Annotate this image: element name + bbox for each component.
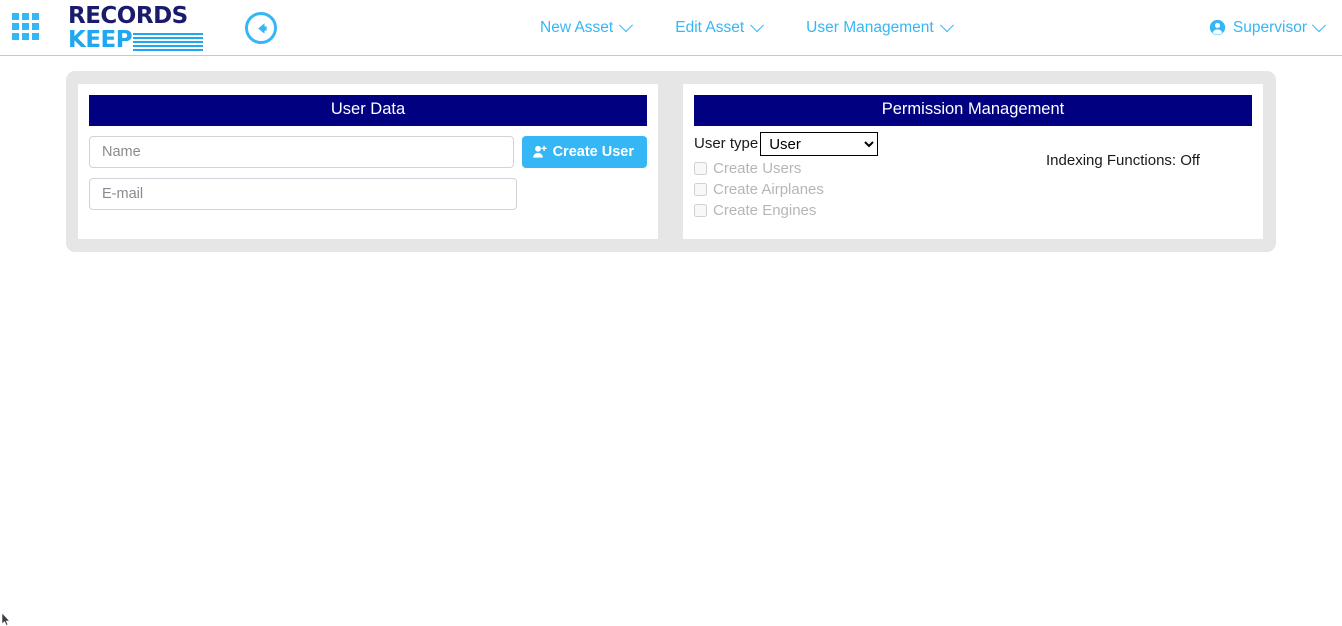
user-plus-icon — [532, 145, 547, 158]
brand-logo[interactable]: RECORDS KEEP — [68, 3, 218, 52]
email-row — [89, 177, 647, 210]
brand-logo-keep: KEEP — [68, 27, 133, 53]
nav-item-user-management-label: User Management — [806, 18, 934, 36]
permission-create-airplanes-row[interactable]: Create Airplanes — [694, 181, 994, 198]
nav-item-edit-asset-label: Edit Asset — [675, 18, 745, 36]
brand-logo-records: RECORDS — [68, 3, 188, 29]
nav-item-new-asset-label: New Asset — [540, 18, 614, 36]
user-data-card: User Data Create User — [78, 84, 658, 239]
back-arrow-circle-icon[interactable] — [245, 12, 277, 44]
apps-grid-icon[interactable] — [12, 13, 42, 43]
chevron-down-icon — [619, 17, 634, 32]
user-data-card-title: User Data — [89, 95, 647, 126]
permission-management-card-title: Permission Management — [694, 95, 1252, 126]
permission-controls: User type User Create Users Create Airpl… — [694, 131, 994, 219]
permission-create-users-label: Create Users — [713, 159, 802, 177]
user-circle-icon — [1209, 19, 1226, 36]
user-type-label: User type — [694, 135, 759, 153]
user-type-select[interactable]: User — [760, 131, 879, 156]
main-nav: New Asset Edit Asset User Management — [540, 0, 954, 55]
user-account-label: Supervisor — [1232, 18, 1307, 36]
name-row: Create User — [89, 135, 647, 168]
indexing-status-text: Indexing Functions: Off — [1046, 151, 1200, 169]
permission-body: User type User Create Users Create Airpl… — [694, 131, 1252, 219]
permission-management-card: Permission Management User type User Cre… — [683, 84, 1263, 239]
permission-create-engines-checkbox[interactable] — [694, 203, 707, 217]
top-navbar: RECORDS KEEP New Asset Edit Asset User M… — [0, 0, 1342, 56]
create-user-button[interactable]: Create User — [521, 135, 647, 168]
mouse-cursor — [2, 613, 11, 626]
brand-logo-line2: KEEP — [68, 29, 218, 52]
permission-create-users-checkbox[interactable] — [694, 161, 707, 175]
permission-create-engines-label: Create Engines — [713, 201, 817, 219]
permission-create-airplanes-checkbox[interactable] — [694, 182, 707, 196]
permission-create-engines-row[interactable]: Create Engines — [694, 202, 994, 219]
user-account-menu[interactable]: Supervisor — [1209, 0, 1327, 55]
chevron-down-icon — [750, 17, 765, 32]
nav-item-user-management[interactable]: User Management — [806, 17, 954, 37]
email-input[interactable] — [89, 177, 517, 210]
permission-create-users-row[interactable]: Create Users — [694, 160, 994, 177]
chevron-down-icon — [1311, 17, 1327, 32]
indexing-status-area: Indexing Functions: Off — [994, 132, 1252, 219]
nav-item-edit-asset[interactable]: Edit Asset — [675, 17, 765, 37]
nav-item-new-asset[interactable]: New Asset — [540, 17, 634, 37]
create-user-button-label: Create User — [552, 143, 634, 160]
panels-container: User Data Create User Permission Managem… — [66, 71, 1276, 252]
user-type-row: User type User — [694, 131, 994, 156]
permission-create-airplanes-label: Create Airplanes — [713, 180, 824, 198]
chevron-down-icon — [939, 17, 954, 32]
brand-stripes-decoration — [133, 32, 204, 51]
name-input[interactable] — [89, 135, 514, 168]
